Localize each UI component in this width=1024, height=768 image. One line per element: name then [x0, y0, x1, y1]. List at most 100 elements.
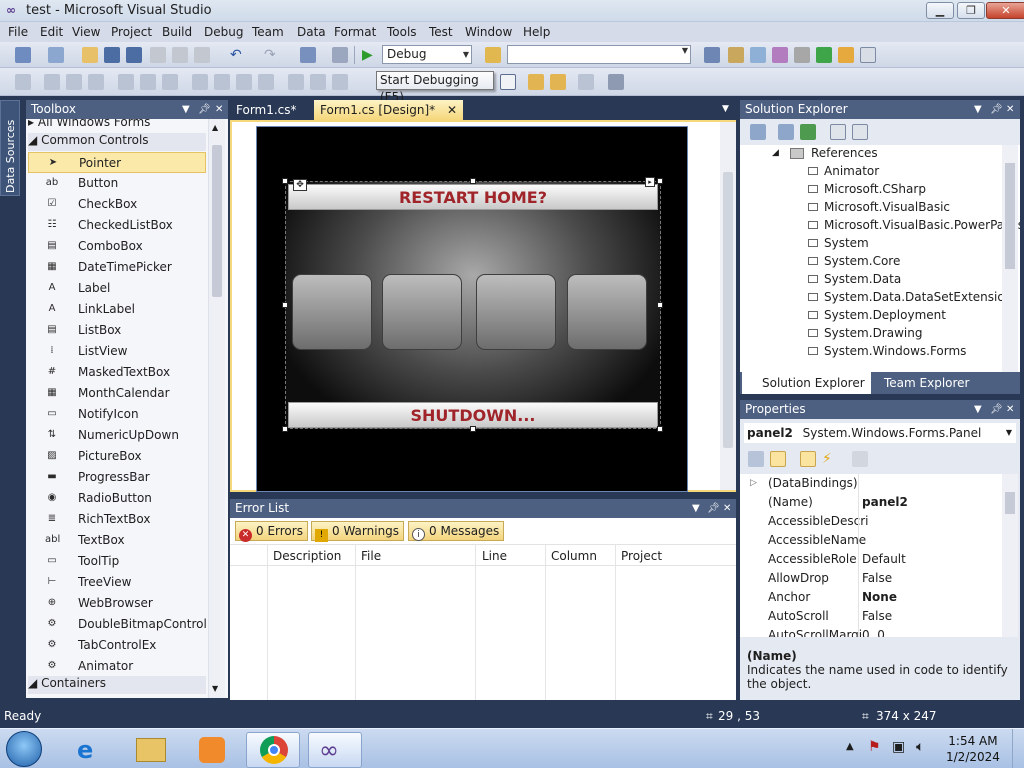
reference-item[interactable]: System.Data.DataSetExtensions — [808, 290, 1019, 304]
menu-project[interactable]: Project — [111, 25, 152, 39]
shutdown-bar[interactable]: SHUTDOWN... — [288, 402, 658, 428]
resize-handle[interactable] — [282, 302, 288, 308]
file-explorer-icon[interactable] — [124, 732, 178, 768]
messages-filter-button[interactable]: i0 Messages — [408, 521, 505, 541]
send-to-back-icon[interactable] — [550, 74, 566, 90]
resize-handle[interactable] — [657, 426, 663, 432]
find-in-files-icon[interactable] — [485, 47, 501, 63]
make-same-width-icon[interactable] — [192, 74, 208, 90]
toolbox-item[interactable]: ≣ RichTextBox — [28, 509, 206, 530]
pin-icon[interactable]: 📌︎ — [707, 499, 720, 518]
property-row[interactable]: ▷ (DataBindings) — [740, 474, 1002, 493]
menu-build[interactable]: Build — [162, 25, 192, 39]
scroll-down-icon[interactable]: ▼ — [212, 684, 218, 693]
resize-handle[interactable] — [470, 426, 476, 432]
media-player-icon[interactable] — [185, 732, 239, 768]
property-value[interactable]: False — [862, 569, 892, 588]
scrollbar-thumb[interactable] — [212, 145, 222, 297]
reference-item[interactable]: Microsoft.CSharp — [808, 182, 926, 196]
smart-tag-icon[interactable]: ▸ — [645, 177, 655, 187]
menu-tools[interactable]: Tools — [387, 25, 417, 39]
menu-window[interactable]: Window — [465, 25, 512, 39]
warnings-filter-button[interactable]: ! 0 Warnings — [311, 521, 405, 542]
scroll-up-icon[interactable]: ▲ — [212, 123, 218, 132]
save-all-icon[interactable] — [126, 47, 142, 63]
reference-item[interactable]: System.Core — [808, 254, 900, 268]
object-browser-icon[interactable] — [750, 47, 766, 63]
toolbox-item[interactable]: ⁞ ListView — [28, 341, 206, 362]
chevron-down-icon[interactable]: ▼ — [722, 104, 729, 114]
toolbox-group-common[interactable]: ◢ Common Controls — [28, 133, 206, 151]
property-scrollbar[interactable] — [1002, 474, 1018, 637]
network-icon[interactable]: ▣ — [892, 739, 905, 755]
reference-item[interactable]: System — [808, 236, 869, 250]
tab-form1-design[interactable]: Form1.cs [Design]* ✕ — [314, 100, 464, 120]
solution-explorer-icon[interactable] — [704, 47, 720, 63]
properties-view-icon[interactable] — [800, 451, 816, 467]
resize-handle[interactable] — [282, 178, 288, 184]
tile-button[interactable] — [292, 274, 372, 350]
reference-item[interactable]: Animator — [808, 164, 879, 178]
reference-item[interactable]: System.Deployment — [808, 308, 946, 322]
panel2[interactable]: RESTART HOME? SHUTDOWN... — [285, 181, 661, 429]
show-hidden-icons[interactable]: ▲ — [846, 741, 854, 752]
dropdown-icon[interactable]: ▼ — [974, 400, 982, 419]
toolbox-item[interactable]: ▨ PictureBox — [28, 446, 206, 467]
dropdown-icon[interactable]: ▼ — [692, 499, 700, 518]
add-item-icon[interactable] — [48, 47, 64, 63]
restart-home-bar[interactable]: RESTART HOME? — [288, 184, 658, 210]
column-line[interactable]: Line — [482, 549, 507, 563]
toolbox-item[interactable]: ◉ RadioButton — [28, 488, 206, 509]
show-all-files-icon[interactable] — [778, 124, 794, 140]
scrollbar-thumb[interactable] — [1005, 492, 1015, 514]
clock[interactable]: 1:54 AM 1/2/2024 — [946, 733, 1000, 765]
reference-item[interactable]: Microsoft.VisualBasic.PowerPacks — [808, 218, 1020, 232]
find-combo[interactable]: ▼ — [507, 45, 691, 64]
menu-file[interactable]: File — [8, 25, 28, 39]
toolbox-item[interactable]: ☑ CheckBox — [28, 194, 206, 215]
toolbox-item[interactable]: ☷ CheckedListBox — [28, 215, 206, 236]
toolbox-scrollbar[interactable]: ▲ ▼ — [208, 119, 225, 698]
close-button[interactable]: ✕ — [986, 2, 1024, 19]
refresh-icon[interactable] — [800, 124, 816, 140]
tab-team-explorer[interactable]: Team Explorer — [864, 372, 976, 394]
expand-icon[interactable]: ▷ — [750, 474, 757, 493]
property-row[interactable]: AutoScrollMargi 0, 0 — [740, 626, 1002, 637]
increase-spacing-icon[interactable] — [310, 74, 326, 90]
start-debugging-icon[interactable]: ▶ — [362, 47, 378, 63]
paste-icon[interactable] — [194, 47, 210, 63]
categorized-icon[interactable] — [748, 451, 764, 467]
property-value[interactable]: 0, 0 — [862, 626, 885, 637]
property-value[interactable]: Default — [862, 550, 906, 569]
toolbox-group-containers[interactable]: ◢ Containers — [28, 676, 206, 694]
show-desktop-button[interactable] — [1012, 729, 1024, 768]
start-button[interactable] — [6, 731, 42, 767]
property-row[interactable]: AccessibleDescri — [740, 512, 1002, 531]
align-middles-icon[interactable] — [140, 74, 156, 90]
column-column[interactable]: Column — [551, 549, 597, 563]
align-bottoms-icon[interactable] — [162, 74, 178, 90]
dropdown-icon[interactable]: ▼ — [974, 100, 982, 119]
tools-icon[interactable] — [794, 47, 810, 63]
tab-solution-explorer[interactable]: Solution Explorer — [742, 372, 871, 394]
minimize-button[interactable]: ▁ — [926, 2, 954, 19]
data-sources-tab[interactable]: Data Sources — [0, 100, 20, 196]
align-to-grid-icon[interactable] — [15, 74, 31, 90]
reference-item[interactable]: Microsoft.VisualBasic — [808, 200, 950, 214]
alphabetical-icon[interactable] — [770, 451, 786, 467]
object-selector[interactable]: panel2 System.Windows.Forms.Panel ▼ — [744, 423, 1016, 443]
align-lefts-icon[interactable] — [44, 74, 60, 90]
toolbox-item[interactable]: ▦ DateTimePicker — [28, 257, 206, 278]
volume-icon[interactable]: 🔈︎ — [916, 739, 924, 755]
visual-studio-taskbar-icon[interactable]: ∞ — [308, 732, 362, 768]
reference-item[interactable]: System.Drawing — [808, 326, 922, 340]
property-value[interactable]: panel2 — [862, 493, 908, 512]
resize-handle[interactable] — [657, 302, 663, 308]
command-window-icon[interactable] — [860, 47, 876, 63]
close-icon[interactable]: ✕ — [1006, 400, 1014, 419]
property-row[interactable]: Anchor None — [740, 588, 1002, 607]
tile-button[interactable] — [567, 274, 647, 350]
properties-icon[interactable] — [750, 124, 766, 140]
align-tops-icon[interactable] — [118, 74, 134, 90]
column-file[interactable]: File — [361, 549, 381, 563]
